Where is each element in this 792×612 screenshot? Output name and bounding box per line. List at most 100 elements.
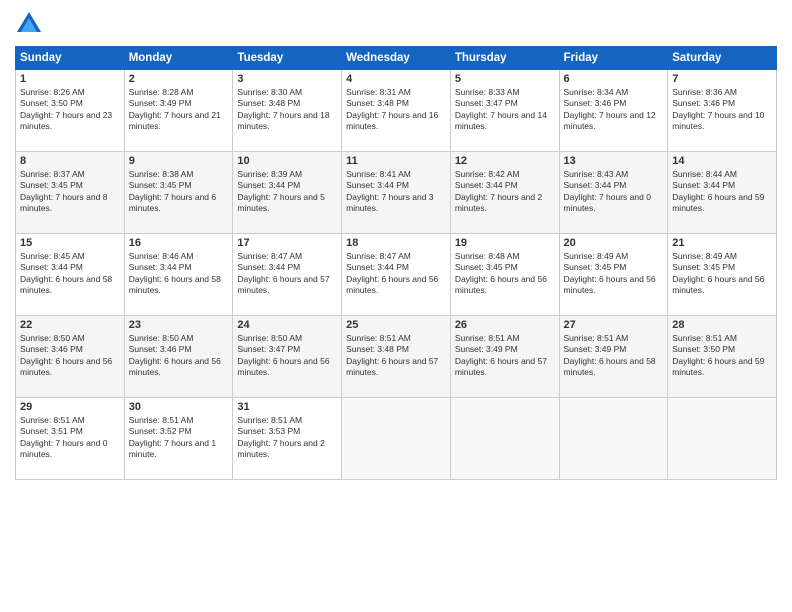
- col-header-sunday: Sunday: [16, 47, 125, 70]
- cell-content: Sunrise: 8:34 AM Sunset: 3:46 PM Dayligh…: [564, 87, 664, 133]
- col-header-monday: Monday: [124, 47, 233, 70]
- calendar-cell-23: 23 Sunrise: 8:50 AM Sunset: 3:46 PM Dayli…: [124, 316, 233, 398]
- day-number: 21: [672, 237, 772, 249]
- calendar-cell-24: 24Sunrise: 8:50 AM Sunset: 3:47 PM Dayli…: [233, 316, 342, 398]
- day-number: 7: [672, 73, 772, 85]
- calendar-cell-26: 26 Sunrise: 8:51 AM Sunset: 3:49 PM Dayli…: [450, 316, 559, 398]
- page: SundayMondayTuesdayWednesdayThursdayFrid…: [0, 0, 792, 612]
- cell-content: Sunrise: 8:36 AM Sunset: 3:46 PM Dayligh…: [672, 87, 772, 133]
- calendar-week-5: 29 Sunrise: 8:51 AM Sunset: 3:51 PM Dayli…: [16, 398, 777, 480]
- calendar-cell-30: 30 Sunrise: 8:51 AM Sunset: 3:52 PM Dayli…: [124, 398, 233, 480]
- header: [15, 10, 777, 38]
- day-number: 16: [129, 237, 229, 249]
- cell-content: Sunrise: 8:47 AM Sunset: 3:44 PM Dayligh…: [346, 251, 446, 297]
- day-number: 25: [346, 319, 446, 331]
- logo-icon: [15, 10, 43, 38]
- day-number: 9: [129, 155, 229, 167]
- cell-content: Sunrise: 8:51 AM Sunset: 3:52 PM Dayligh…: [129, 415, 229, 461]
- day-number: 30: [129, 401, 229, 413]
- day-number: 1: [20, 73, 120, 85]
- col-header-thursday: Thursday: [450, 47, 559, 70]
- cell-content: Sunrise: 8:42 AM Sunset: 3:44 PM Dayligh…: [455, 169, 555, 215]
- calendar-cell-7: 7 Sunrise: 8:36 AM Sunset: 3:46 PM Daylig…: [668, 70, 777, 152]
- day-number: 22: [20, 319, 120, 331]
- cell-content: Sunrise: 8:51 AM Sunset: 3:51 PM Dayligh…: [20, 415, 120, 461]
- calendar-week-2: 8 Sunrise: 8:37 AM Sunset: 3:45 PM Daylig…: [16, 152, 777, 234]
- calendar-cell-8: 8 Sunrise: 8:37 AM Sunset: 3:45 PM Daylig…: [16, 152, 125, 234]
- day-number: 20: [564, 237, 664, 249]
- calendar-header-row: SundayMondayTuesdayWednesdayThursdayFrid…: [16, 47, 777, 70]
- day-number: 29: [20, 401, 120, 413]
- calendar-cell-9: 9 Sunrise: 8:38 AM Sunset: 3:45 PM Daylig…: [124, 152, 233, 234]
- calendar-cell-16: 16Sunrise: 8:46 AM Sunset: 3:44 PM Dayli…: [124, 234, 233, 316]
- cell-content: Sunrise: 8:26 AM Sunset: 3:50 PM Dayligh…: [20, 87, 120, 133]
- cell-content: Sunrise: 8:44 AM Sunset: 3:44 PM Dayligh…: [672, 169, 772, 215]
- col-header-saturday: Saturday: [668, 47, 777, 70]
- day-number: 23: [129, 319, 229, 331]
- calendar-cell-13: 13 Sunrise: 8:43 AM Sunset: 3:44 PM Dayli…: [559, 152, 668, 234]
- cell-content: Sunrise: 8:37 AM Sunset: 3:45 PM Dayligh…: [20, 169, 120, 215]
- empty-cell: [342, 398, 451, 480]
- day-number: 15: [20, 237, 120, 249]
- calendar-cell-22: 22 Sunrise: 8:50 AM Sunset: 3:46 PM Dayli…: [16, 316, 125, 398]
- calendar-week-3: 15 Sunrise: 8:45 AM Sunset: 3:44 PM Dayli…: [16, 234, 777, 316]
- cell-content: Sunrise: 8:31 AM Sunset: 3:48 PM Dayligh…: [346, 87, 446, 133]
- col-header-friday: Friday: [559, 47, 668, 70]
- calendar-cell-1: 1 Sunrise: 8:26 AM Sunset: 3:50 PM Daylig…: [16, 70, 125, 152]
- calendar-cell-25: 25 Sunrise: 8:51 AM Sunset: 3:48 PM Dayli…: [342, 316, 451, 398]
- calendar-cell-15: 15 Sunrise: 8:45 AM Sunset: 3:44 PM Dayli…: [16, 234, 125, 316]
- empty-cell: [668, 398, 777, 480]
- day-number: 11: [346, 155, 446, 167]
- cell-content: Sunrise: 8:43 AM Sunset: 3:44 PM Dayligh…: [564, 169, 664, 215]
- calendar-cell-18: 18 Sunrise: 8:47 AM Sunset: 3:44 PM Dayli…: [342, 234, 451, 316]
- col-header-tuesday: Tuesday: [233, 47, 342, 70]
- calendar-cell-4: 4Sunrise: 8:31 AM Sunset: 3:48 PM Daylig…: [342, 70, 451, 152]
- cell-content: Sunrise: 8:51 AM Sunset: 3:53 PM Dayligh…: [237, 415, 337, 461]
- day-number: 13: [564, 155, 664, 167]
- day-number: 28: [672, 319, 772, 331]
- cell-content: Sunrise: 8:38 AM Sunset: 3:45 PM Dayligh…: [129, 169, 229, 215]
- calendar-cell-6: 6 Sunrise: 8:34 AM Sunset: 3:46 PM Daylig…: [559, 70, 668, 152]
- cell-content: Sunrise: 8:49 AM Sunset: 3:45 PM Dayligh…: [672, 251, 772, 297]
- day-number: 14: [672, 155, 772, 167]
- day-number: 19: [455, 237, 555, 249]
- calendar-cell-12: 12Sunrise: 8:42 AM Sunset: 3:44 PM Dayli…: [450, 152, 559, 234]
- calendar-cell-29: 29 Sunrise: 8:51 AM Sunset: 3:51 PM Dayli…: [16, 398, 125, 480]
- calendar-cell-3: 3Sunrise: 8:30 AM Sunset: 3:48 PM Daylig…: [233, 70, 342, 152]
- calendar-week-4: 22 Sunrise: 8:50 AM Sunset: 3:46 PM Dayli…: [16, 316, 777, 398]
- day-number: 8: [20, 155, 120, 167]
- day-number: 5: [455, 73, 555, 85]
- logo: [15, 10, 47, 38]
- calendar-cell-31: 31Sunrise: 8:51 AM Sunset: 3:53 PM Dayli…: [233, 398, 342, 480]
- calendar-cell-27: 27Sunrise: 8:51 AM Sunset: 3:49 PM Dayli…: [559, 316, 668, 398]
- cell-content: Sunrise: 8:28 AM Sunset: 3:49 PM Dayligh…: [129, 87, 229, 133]
- cell-content: Sunrise: 8:45 AM Sunset: 3:44 PM Dayligh…: [20, 251, 120, 297]
- day-number: 26: [455, 319, 555, 331]
- day-number: 17: [237, 237, 337, 249]
- day-number: 2: [129, 73, 229, 85]
- calendar-cell-5: 5 Sunrise: 8:33 AM Sunset: 3:47 PM Daylig…: [450, 70, 559, 152]
- empty-cell: [450, 398, 559, 480]
- calendar-cell-20: 20Sunrise: 8:49 AM Sunset: 3:45 PM Dayli…: [559, 234, 668, 316]
- calendar-cell-28: 28 Sunrise: 8:51 AM Sunset: 3:50 PM Dayli…: [668, 316, 777, 398]
- cell-content: Sunrise: 8:47 AM Sunset: 3:44 PM Dayligh…: [237, 251, 337, 297]
- calendar-cell-17: 17 Sunrise: 8:47 AM Sunset: 3:44 PM Dayli…: [233, 234, 342, 316]
- cell-content: Sunrise: 8:39 AM Sunset: 3:44 PM Dayligh…: [237, 169, 337, 215]
- cell-content: Sunrise: 8:41 AM Sunset: 3:44 PM Dayligh…: [346, 169, 446, 215]
- cell-content: Sunrise: 8:51 AM Sunset: 3:48 PM Dayligh…: [346, 333, 446, 379]
- cell-content: Sunrise: 8:33 AM Sunset: 3:47 PM Dayligh…: [455, 87, 555, 133]
- calendar-cell-10: 10 Sunrise: 8:39 AM Sunset: 3:44 PM Dayli…: [233, 152, 342, 234]
- cell-content: Sunrise: 8:50 AM Sunset: 3:46 PM Dayligh…: [129, 333, 229, 379]
- cell-content: Sunrise: 8:51 AM Sunset: 3:50 PM Dayligh…: [672, 333, 772, 379]
- cell-content: Sunrise: 8:30 AM Sunset: 3:48 PM Dayligh…: [237, 87, 337, 133]
- cell-content: Sunrise: 8:48 AM Sunset: 3:45 PM Dayligh…: [455, 251, 555, 297]
- cell-content: Sunrise: 8:50 AM Sunset: 3:46 PM Dayligh…: [20, 333, 120, 379]
- day-number: 6: [564, 73, 664, 85]
- cell-content: Sunrise: 8:51 AM Sunset: 3:49 PM Dayligh…: [455, 333, 555, 379]
- day-number: 18: [346, 237, 446, 249]
- cell-content: Sunrise: 8:50 AM Sunset: 3:47 PM Dayligh…: [237, 333, 337, 379]
- calendar-cell-19: 19 Sunrise: 8:48 AM Sunset: 3:45 PM Dayli…: [450, 234, 559, 316]
- day-number: 10: [237, 155, 337, 167]
- calendar-cell-21: 21 Sunrise: 8:49 AM Sunset: 3:45 PM Dayli…: [668, 234, 777, 316]
- calendar-week-1: 1 Sunrise: 8:26 AM Sunset: 3:50 PM Daylig…: [16, 70, 777, 152]
